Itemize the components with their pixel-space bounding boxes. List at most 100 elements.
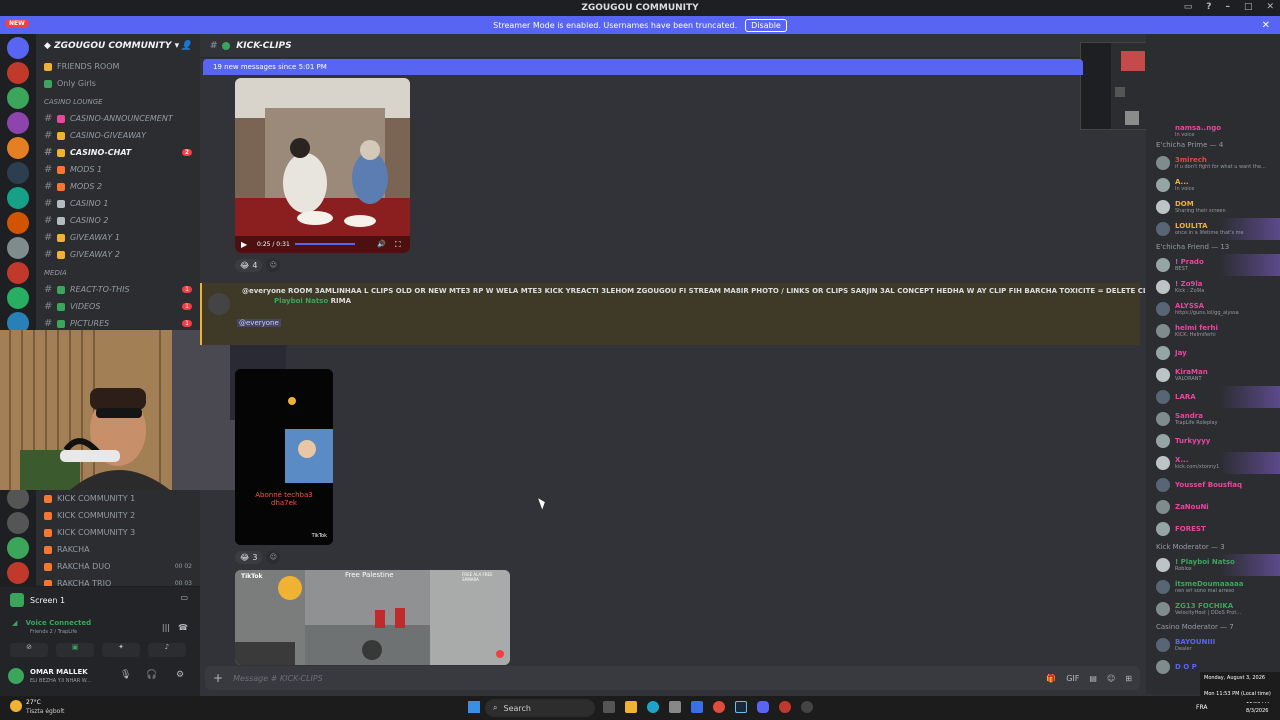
channel-item[interactable]: # CASINO-GIVEAWAY	[36, 127, 200, 144]
channel-item[interactable]: # MODS 2	[36, 178, 200, 195]
member-item[interactable]: ! Prado BEST	[1146, 254, 1280, 276]
popout-icon[interactable]: ▭	[180, 593, 188, 602]
server-icon[interactable]	[7, 487, 29, 509]
avatar[interactable]	[1156, 258, 1170, 272]
volume-icon[interactable]: 🔊	[377, 240, 386, 248]
avatar[interactable]	[1156, 368, 1170, 382]
category-media[interactable]: MEDIA	[36, 265, 200, 281]
member-item[interactable]: 3mirech if u don't fight for what u want …	[1146, 152, 1280, 174]
maximize-button[interactable]: □	[1244, 2, 1253, 12]
avatar[interactable]	[1156, 200, 1170, 214]
minimize-button[interactable]: –	[1225, 2, 1230, 12]
author-name[interactable]: Playboi Natso RIMA	[274, 297, 351, 305]
emoji-icon[interactable]: ☺	[1107, 674, 1115, 683]
avatar[interactable]	[1156, 222, 1170, 236]
store-icon[interactable]	[669, 701, 681, 713]
channel-item[interactable]: # CASINO-ANNOUNCEMENT	[36, 110, 200, 127]
app-icon-red[interactable]	[779, 701, 791, 713]
server-icon[interactable]	[7, 237, 29, 259]
soundboard-button[interactable]: ♪	[148, 643, 186, 657]
help-icon[interactable]: ?	[1206, 2, 1211, 12]
avatar[interactable]	[1156, 280, 1170, 294]
channel-item[interactable]: # REACT-TO-THIS 1	[36, 281, 200, 298]
channel-item[interactable]: Only Girls	[36, 75, 200, 92]
member-item[interactable]: Sandra TrapLife Roleplay	[1146, 408, 1280, 430]
member-item[interactable]: ZG13 FOCHIKA VelocityHost | DDoS Prot...	[1146, 598, 1280, 620]
reaction-laugh[interactable]: 😂 4	[235, 258, 263, 272]
headset-icon[interactable]: 🎧	[146, 670, 157, 680]
disable-button[interactable]: Disable	[745, 18, 787, 32]
avatar[interactable]	[8, 668, 24, 684]
taskview-icon[interactable]	[603, 701, 615, 713]
outlook-icon[interactable]	[691, 701, 703, 713]
attach-icon[interactable]: +	[213, 671, 223, 685]
channel-item[interactable]: RAKCHA DUO 00 02	[36, 558, 200, 575]
member-item[interactable]: KiraMan VALORANT	[1146, 364, 1280, 386]
taskbar-search[interactable]: ⌕ Search	[485, 699, 595, 717]
avatar[interactable]	[1156, 346, 1170, 360]
mic-icon[interactable]: 🎙	[120, 670, 131, 680]
explorer-icon[interactable]	[625, 701, 637, 713]
avatar[interactable]	[1156, 638, 1170, 652]
disconnect-icon[interactable]: ☎	[178, 623, 188, 632]
avatar[interactable]	[1156, 390, 1170, 404]
avatar[interactable]	[1156, 456, 1170, 470]
member-item[interactable]: Jay	[1146, 342, 1280, 364]
server-icon[interactable]	[7, 212, 29, 234]
video-attachment-3[interactable]: Free Palestine FREE ALA FREE SAMARA TikT…	[235, 570, 510, 665]
apps-icon[interactable]: ⊞	[1125, 674, 1132, 683]
user-name[interactable]: OMAR MALLEK	[30, 668, 88, 676]
language-indicator[interactable]: FRA	[1196, 704, 1207, 711]
channel-item[interactable]: KICK COMMUNITY 2	[36, 507, 200, 524]
server-icon[interactable]	[7, 137, 29, 159]
add-member-icon[interactable]: 👤	[181, 41, 192, 51]
new-messages-bar[interactable]: 19 new messages since 5:01 PM	[203, 59, 1083, 75]
play-icon[interactable]: ▶	[241, 240, 247, 249]
member-item[interactable]: LOULITA once in a lifetime that's me	[1146, 218, 1280, 240]
channel-item[interactable]: FRIENDS ROOM	[36, 58, 200, 75]
server-icon[interactable]	[7, 37, 29, 59]
member-item[interactable]: namsa..ngo In voice	[1146, 124, 1280, 138]
avatar[interactable]	[1156, 522, 1170, 536]
channel-item[interactable]: # GIVEAWAY 1	[36, 229, 200, 246]
category-casino[interactable]: CASINO LOUNGE	[36, 94, 200, 110]
settings-icon[interactable]: ⚙	[176, 670, 184, 680]
channel-item[interactable]: # VIDEOS 1	[36, 298, 200, 315]
channel-item[interactable]: # GIVEAWAY 2	[36, 246, 200, 263]
channel-item[interactable]: # CASINO-CHAT 2	[36, 144, 200, 161]
start-icon[interactable]	[468, 701, 480, 713]
server-icon[interactable]	[7, 112, 29, 134]
message-input[interactable]: Message # KICK-CLIPS	[233, 674, 323, 683]
member-item[interactable]: BAYOUNIII Dealer	[1146, 634, 1280, 656]
member-item[interactable]: FOREST	[1146, 518, 1280, 540]
channel-item[interactable]: RAKCHA	[36, 541, 200, 558]
server-icon[interactable]	[7, 512, 29, 534]
server-icon[interactable]	[7, 262, 29, 284]
avatar[interactable]	[1156, 434, 1170, 448]
channel-item[interactable]: KICK COMMUNITY 3	[36, 524, 200, 541]
inbox-icon[interactable]: ▭	[1184, 2, 1193, 12]
avatar[interactable]	[1156, 178, 1170, 192]
close-button[interactable]: ✕	[1266, 2, 1274, 12]
steam-icon[interactable]	[735, 701, 747, 713]
noise-icon[interactable]: |||	[162, 623, 170, 632]
avatar[interactable]	[1156, 412, 1170, 426]
voice-sub[interactable]: Friends 2 / TrapLife	[30, 629, 77, 635]
server-icon[interactable]	[7, 562, 29, 584]
server-icon[interactable]	[7, 187, 29, 209]
gif-icon[interactable]: GIF	[1066, 674, 1079, 683]
channel-item[interactable]: # CASINO 1	[36, 195, 200, 212]
close-banner-icon[interactable]: ✕	[1262, 20, 1270, 31]
member-item[interactable]: X... kick.com/xtonny1	[1146, 452, 1280, 474]
edge-icon[interactable]	[647, 701, 659, 713]
avatar[interactable]	[1156, 156, 1170, 170]
member-item[interactable]: ! Zo9la Kick : Zo9la	[1146, 276, 1280, 298]
discord-icon[interactable]	[757, 701, 769, 713]
avatar[interactable]	[1156, 558, 1170, 572]
app-icon-dark[interactable]	[801, 701, 813, 713]
server-icon[interactable]	[7, 87, 29, 109]
avatar[interactable]	[1156, 602, 1170, 616]
channel-item[interactable]: # CASINO 2	[36, 212, 200, 229]
avatar[interactable]	[1156, 302, 1170, 316]
share-screen-button[interactable]: ▣	[56, 643, 94, 657]
